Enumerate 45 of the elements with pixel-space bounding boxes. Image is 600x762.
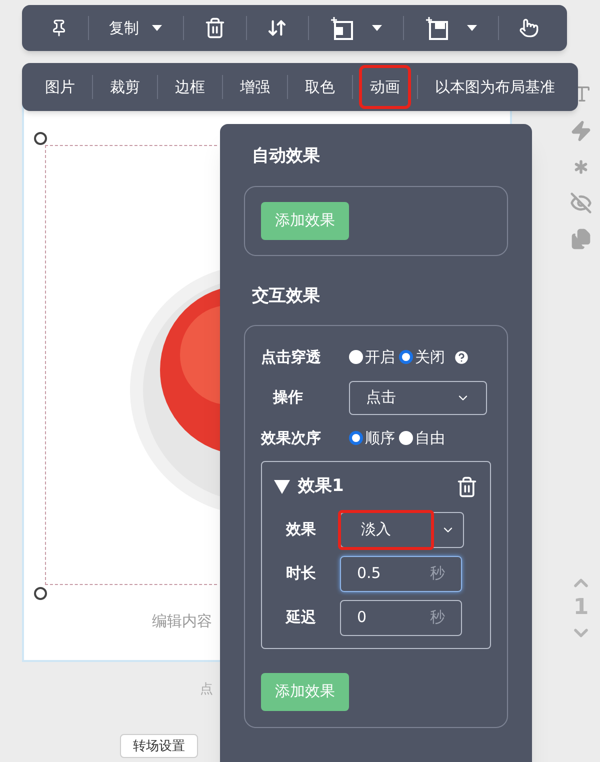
radio-button[interactable] <box>399 350 413 364</box>
field-label: 点击穿透 <box>261 347 322 368</box>
menu-tab[interactable]: 动画 <box>359 65 411 109</box>
radio-option[interactable]: 开启 <box>349 346 395 368</box>
field-label: 操作 <box>272 387 304 408</box>
menu-tab[interactable]: 裁剪 <box>99 65 151 109</box>
transition-button[interactable]: 转场设置 <box>120 734 198 758</box>
field-label: 效果次序 <box>261 428 322 448</box>
radio-button[interactable] <box>349 350 363 364</box>
canvas-hint: 点 <box>200 681 213 699</box>
caret-icon <box>466 24 478 32</box>
selection-frame[interactable] <box>45 145 217 585</box>
field-label: 效果 <box>284 519 317 540</box>
pointer-icon[interactable] <box>518 18 539 38</box>
radio-option[interactable]: 关闭 <box>399 346 445 368</box>
menu-tab[interactable]: 增强 <box>229 65 281 109</box>
radio-option[interactable]: 顺序 <box>349 426 395 449</box>
align-left-icon[interactable] <box>328 15 355 41</box>
menu-tab[interactable]: 以本图为布局基准 <box>424 65 566 109</box>
trash-icon[interactable] <box>204 17 226 39</box>
section-title: 自动效果 <box>252 145 321 168</box>
caret-icon <box>370 24 383 32</box>
align-top-icon[interactable] <box>424 15 450 41</box>
caret-icon <box>151 24 164 32</box>
action-select[interactable]: 点击 <box>349 380 487 414</box>
radio-button[interactable] <box>349 430 363 445</box>
menu-tab[interactable]: 取色 <box>294 65 346 109</box>
effect-toggle[interactable]: 效果1 <box>274 474 344 500</box>
sort-arrows-icon[interactable] <box>267 18 288 38</box>
canvas-caption: 编辑内容 <box>152 611 212 632</box>
section-title: 交互效果 <box>252 284 321 308</box>
radio-option[interactable]: 自由 <box>399 426 445 449</box>
collapse-triangle-icon[interactable] <box>274 480 290 494</box>
copy-button[interactable]: 复制 <box>109 16 164 40</box>
help-icon[interactable] <box>453 348 470 366</box>
effect-select[interactable]: 淡入 <box>340 512 464 548</box>
field-label: 延迟 <box>284 607 317 628</box>
duration-field[interactable]: 0.5 秒 <box>340 556 462 592</box>
delay-field[interactable]: 0 秒 <box>340 600 462 636</box>
radio-button[interactable] <box>399 430 413 445</box>
pin-icon[interactable] <box>50 19 68 37</box>
menu-tab[interactable]: 图片 <box>34 65 86 109</box>
trash-icon[interactable] <box>456 476 478 498</box>
menu-tab[interactable]: 边框 <box>164 65 216 109</box>
field-label: 时长 <box>285 563 317 584</box>
